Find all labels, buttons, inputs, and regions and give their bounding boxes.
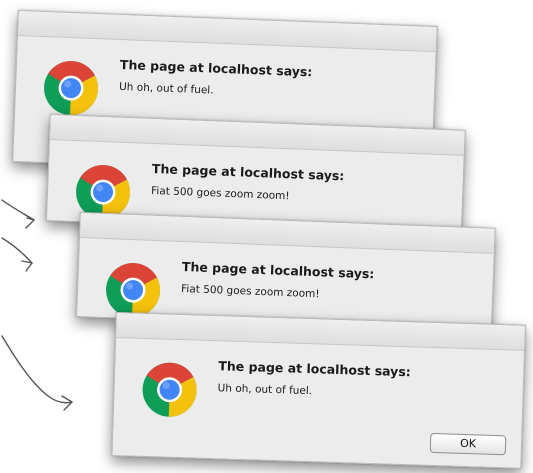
dialog-title: The page at localhost says:: [181, 258, 375, 282]
dialog-message: Fiat 500 goes zoom zoom!: [180, 282, 320, 301]
dialog-title: The page at localhost says:: [218, 358, 412, 380]
chrome-icon: [104, 261, 162, 319]
dialog-message: Uh oh, out of fuel.: [217, 382, 313, 398]
dialog-title-bar: [18, 11, 437, 53]
annotation-arrow-2: [1, 237, 33, 264]
ok-button[interactable]: OK: [429, 432, 507, 456]
dialog-title: The page at localhost says:: [151, 160, 345, 184]
annotation-arrow-3: [1, 335, 73, 404]
dialog-message: Fiat 500 goes zoom zoom!: [150, 184, 290, 203]
dialog-message: Uh oh, out of fuel.: [118, 80, 214, 97]
alert-dialog-4: The page at localhost says: Uh oh, out o…: [111, 312, 526, 469]
chrome-icon: [42, 59, 100, 117]
dialog-title: The page at localhost says:: [119, 56, 313, 80]
annotation-arrow-1: [1, 199, 35, 221]
chrome-icon: [141, 361, 199, 419]
stacked-alert-dialogs-scene: The page at localhost says: Uh oh, out o…: [0, 0, 533, 473]
